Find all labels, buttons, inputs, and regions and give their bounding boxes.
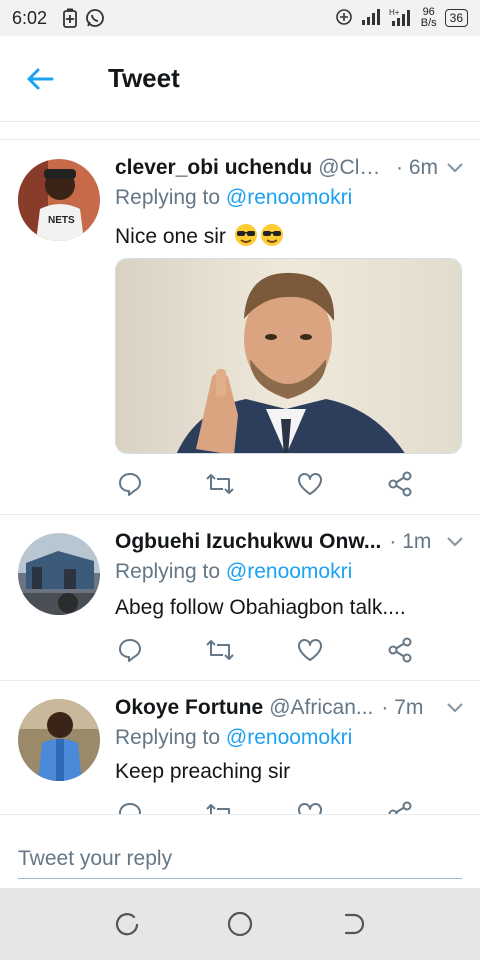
retweet-button[interactable]	[205, 799, 235, 814]
share-button[interactable]	[385, 799, 415, 814]
replying-to-prefix: Replying to	[115, 560, 226, 583]
replying-to-prefix: Replying to	[115, 186, 226, 209]
reply-button[interactable]	[115, 469, 145, 499]
back-nav-button[interactable]	[333, 904, 373, 944]
tweet-menu-button[interactable]	[438, 162, 464, 174]
tweet-header: clever_obi uchendu @Cle... · 6m	[115, 153, 464, 183]
retweet-icon	[206, 804, 230, 814]
network-speed: 96 B/s	[421, 7, 437, 29]
whatsapp-icon	[85, 8, 105, 28]
replying-to: Replying to @renoomokri	[115, 186, 352, 210]
status-bar: 6:02 H+ 96 B/s 36	[0, 0, 480, 36]
home-button[interactable]	[220, 904, 260, 944]
mention-link[interactable]: @renoomokri	[226, 560, 352, 583]
avatar[interactable]: NETS	[18, 159, 100, 241]
app-header: Tweet	[0, 36, 480, 122]
data-saver-icon	[335, 8, 353, 29]
heart-icon	[298, 473, 322, 495]
reply-icon	[119, 473, 141, 496]
tweet-text: Nice one sir	[115, 223, 284, 249]
like-button[interactable]	[295, 469, 325, 499]
reply-tweet[interactable]: Ogbuehi Izuchukwu Onw... · 1m Replying t…	[0, 515, 480, 681]
tweet-actions	[115, 469, 415, 499]
tweet-time: · 6m	[396, 156, 438, 179]
retweet-icon	[206, 640, 234, 660]
replying-to-prefix: Replying to	[115, 726, 226, 749]
share-icon	[388, 637, 412, 663]
author-name[interactable]: Okoye Fortune	[115, 696, 263, 720]
author-handle[interactable]: @African...	[269, 696, 373, 720]
chevron-down-icon	[447, 163, 463, 173]
avatar[interactable]	[18, 533, 100, 615]
chevron-down-icon	[447, 703, 463, 713]
recent-apps-icon	[115, 913, 138, 936]
tweet-time: · 7m	[381, 696, 424, 719]
author-name[interactable]: clever_obi uchendu	[115, 156, 312, 180]
tweet-menu-button[interactable]	[438, 702, 464, 714]
back-nav-icon	[345, 913, 365, 935]
svg-text:NETS: NETS	[48, 215, 75, 226]
tweet-media-image[interactable]	[115, 258, 462, 454]
reply-input[interactable]	[18, 839, 462, 879]
mention-link[interactable]: @renoomokri	[226, 186, 352, 209]
author-name[interactable]: Ogbuehi Izuchukwu Onw...	[115, 530, 381, 554]
tweet-text: Keep preaching sir	[115, 760, 291, 783]
replying-to: Replying to @renoomokri	[115, 560, 352, 584]
battery-level: 36	[444, 9, 468, 27]
chevron-down-icon	[447, 537, 463, 547]
recent-apps-button[interactable]	[107, 904, 147, 944]
reply-tweet[interactable]: NETS clever_obi uchendu @Cle... · 6m Rep…	[0, 141, 480, 515]
heart-icon	[298, 803, 322, 814]
share-icon	[388, 801, 412, 814]
tweet-menu-button[interactable]	[438, 536, 464, 548]
share-icon	[388, 471, 412, 497]
share-button[interactable]	[385, 635, 415, 665]
home-circle-icon	[227, 911, 253, 937]
retweet-icon	[206, 474, 234, 494]
tweet-text: Abeg follow Obahiagbon talk....	[115, 596, 406, 619]
divider-strip	[0, 122, 480, 140]
tweet-actions	[115, 799, 415, 814]
back-button[interactable]	[0, 36, 80, 122]
sunglasses-emoji-icon	[234, 224, 257, 246]
share-button[interactable]	[385, 469, 415, 499]
tweet-time: · 1m	[389, 530, 432, 553]
system-nav-bar	[0, 888, 480, 960]
reply-button[interactable]	[115, 799, 145, 814]
sunglasses-emoji-icon	[260, 224, 283, 246]
avatar[interactable]	[18, 699, 100, 781]
reply-icon	[119, 639, 141, 662]
heart-icon	[298, 639, 322, 661]
like-button[interactable]	[295, 799, 325, 814]
signal-h-plus-icon: H+	[389, 8, 413, 29]
arrow-left-icon	[27, 68, 54, 89]
like-button[interactable]	[295, 635, 325, 665]
signal-icon	[361, 8, 381, 28]
svg-text:H+: H+	[389, 8, 400, 17]
status-time: 6:02	[12, 7, 48, 28]
author-handle[interactable]: @Cle...	[318, 156, 388, 180]
battery-saver-icon	[63, 8, 77, 28]
replying-to: Replying to @renoomokri	[115, 726, 352, 750]
network-speed-unit: B/s	[420, 17, 437, 29]
page-title: Tweet	[108, 63, 180, 93]
tweet-actions	[115, 635, 415, 665]
retweet-button[interactable]	[205, 469, 235, 499]
reply-tweet[interactable]: Okoye Fortune @African... · 7m Replying …	[0, 681, 480, 814]
mention-link[interactable]: @renoomokri	[226, 726, 352, 749]
tweet-header: Okoye Fortune @African... · 7m	[115, 693, 464, 723]
reply-composer	[0, 814, 480, 888]
reply-button[interactable]	[115, 635, 145, 665]
retweet-button[interactable]	[205, 635, 235, 665]
reply-icon	[119, 803, 141, 814]
tweet-header: Ogbuehi Izuchukwu Onw... · 1m	[115, 527, 464, 557]
tweet-text-body: Nice one sir	[115, 225, 226, 248]
